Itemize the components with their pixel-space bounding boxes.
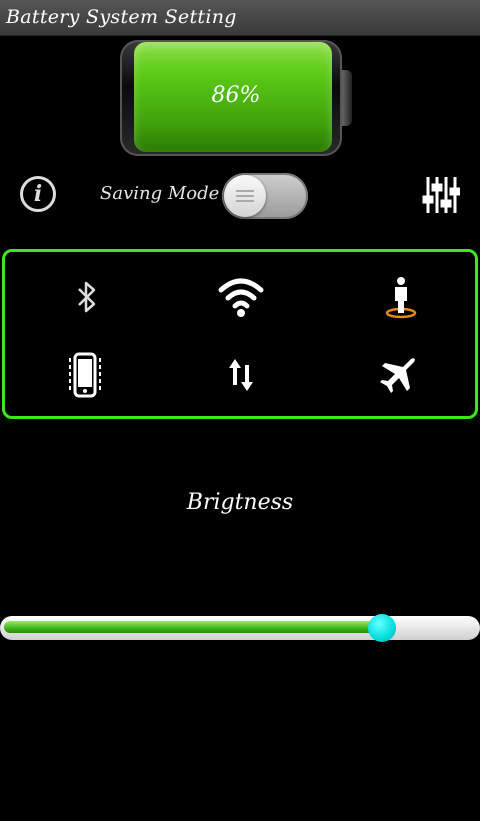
saving-mode-toggle[interactable] xyxy=(222,173,308,219)
brightness-slider[interactable] xyxy=(0,614,480,642)
app-title: Battery System Setting xyxy=(6,6,237,28)
toggle-knob xyxy=(224,175,266,217)
slider-thumb[interactable] xyxy=(368,614,396,642)
bluetooth-icon[interactable] xyxy=(57,272,117,322)
person-icon[interactable] xyxy=(371,272,431,322)
title-bar: Battery System Setting xyxy=(0,0,480,36)
brightness-label: Brigtness xyxy=(186,490,294,515)
info-button[interactable]: i xyxy=(20,176,56,212)
info-icon: i xyxy=(33,181,43,207)
vibrate-phone-icon[interactable] xyxy=(55,350,115,400)
quick-settings-panel xyxy=(2,249,478,419)
battery-percentage: 86% xyxy=(211,83,261,108)
equalizer-icon[interactable] xyxy=(422,175,461,215)
saving-mode-label: Saving Mode xyxy=(100,183,220,204)
slider-fill xyxy=(4,621,382,633)
battery-indicator: 86% xyxy=(120,40,352,156)
data-sync-icon[interactable] xyxy=(211,350,271,400)
airplane-icon[interactable] xyxy=(367,350,427,400)
wifi-icon[interactable] xyxy=(211,272,271,322)
